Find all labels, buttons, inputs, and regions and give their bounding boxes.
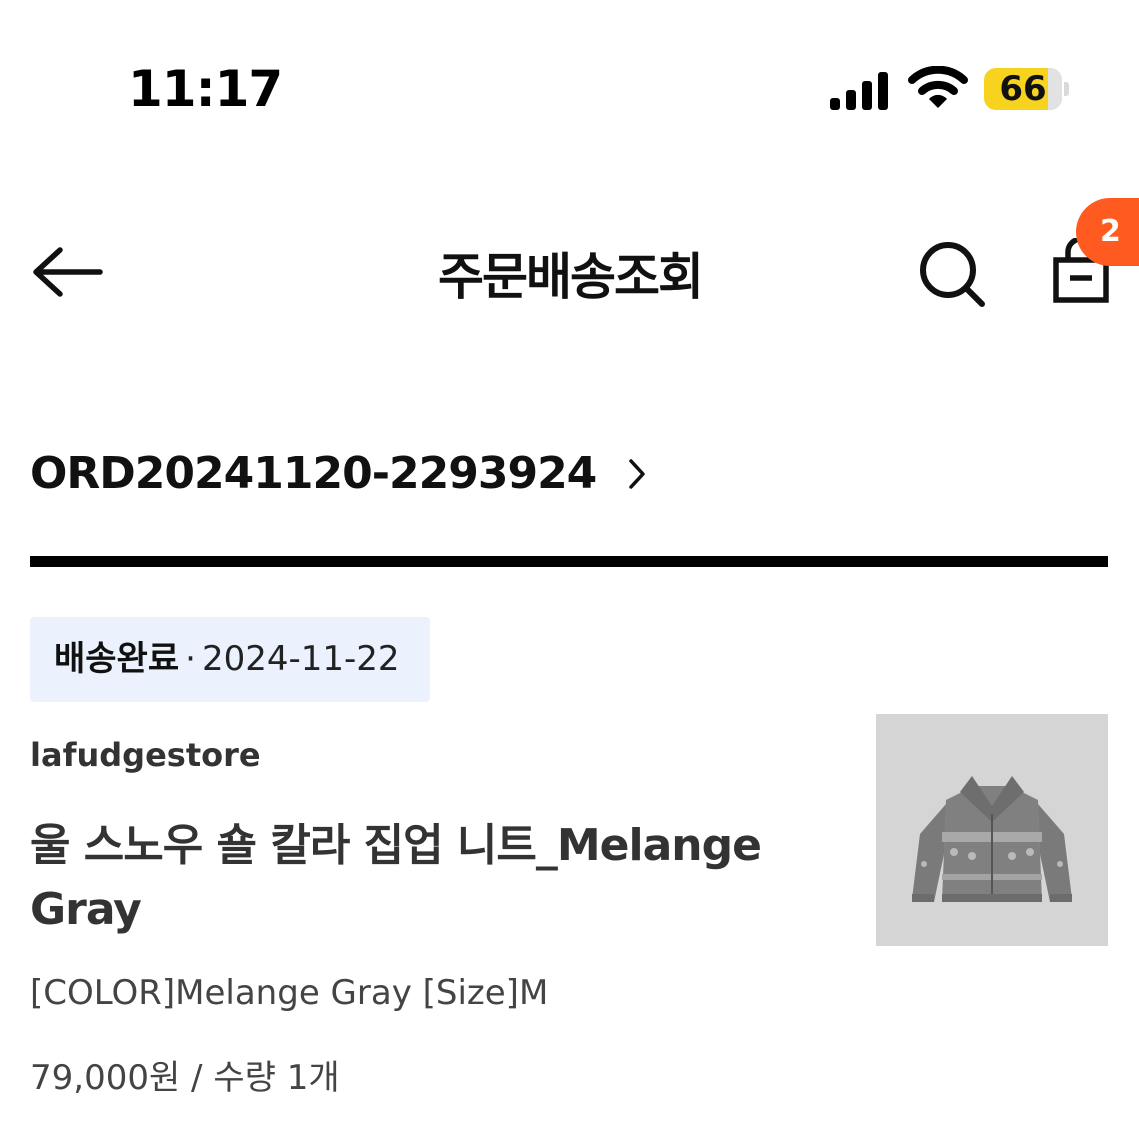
wifi-icon [908, 66, 968, 108]
battery-icon: 66 [984, 68, 1062, 110]
product-quantity: 수량 1개 [213, 1058, 340, 1098]
search-icon [920, 242, 985, 307]
signal-icon [830, 72, 888, 110]
product-price: 79,000원 [30, 1058, 181, 1098]
sweater-image [876, 714, 1108, 946]
battery-cap [1064, 82, 1069, 96]
status-bar: 11:17 66 [0, 0, 1139, 180]
page-title: 주문배송조회 [438, 248, 704, 306]
delivery-status: 배송완료 [54, 639, 180, 679]
chevron-right-icon [629, 458, 646, 489]
product-name[interactable]: 울 스노우 숄 칼라 집업 니트_Melange Gray [30, 814, 830, 942]
order-number-link[interactable]: ORD20241120-2293924 [30, 448, 647, 508]
search-button[interactable] [916, 238, 988, 310]
delivery-status-badge: 배송완료 · 2024-11-22 [30, 617, 430, 702]
product-options: [COLOR]Melange Gray [Size]M [30, 973, 549, 1013]
status-time: 11:17 [128, 60, 283, 118]
section-divider [30, 556, 1108, 567]
back-button[interactable] [30, 240, 104, 304]
delivery-date: 2024-11-22 [201, 639, 400, 679]
product-thumbnail[interactable] [876, 714, 1108, 946]
arrow-left-icon [33, 247, 103, 297]
cart-count-badge: 2 [1076, 198, 1139, 266]
product-price-row: 79,000원 / 수량 1개 [30, 1050, 340, 1099]
store-name[interactable]: lafudgestore [30, 736, 261, 774]
order-number: ORD20241120-2293924 [30, 448, 597, 499]
quantity-separator: / [180, 1058, 214, 1098]
battery-level: 66 [999, 69, 1047, 109]
status-separator: · [185, 639, 196, 679]
